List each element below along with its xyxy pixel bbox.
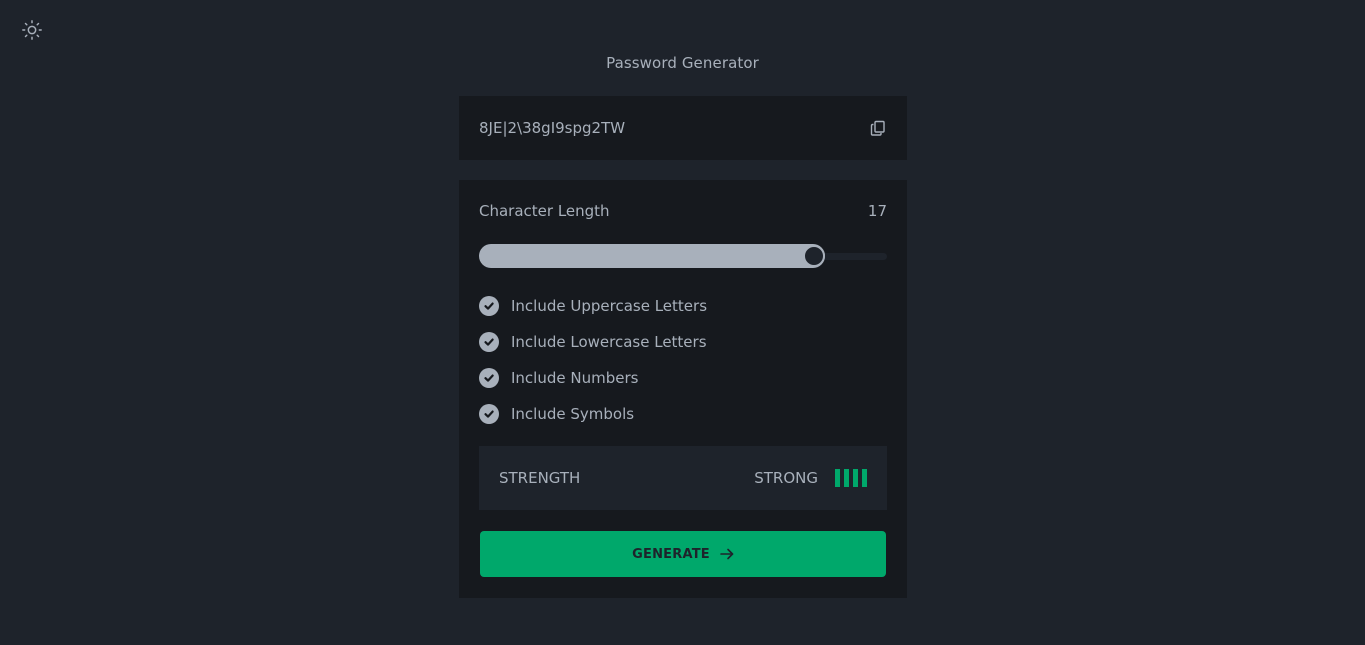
strength-meter: STRENGTH STRONG [479,446,887,510]
page-title: Password Generator [606,54,759,72]
strength-bar [844,469,849,487]
checkbox[interactable] [479,368,499,388]
option-lowercase[interactable]: Include Lowercase Letters [479,330,707,354]
option-label: Include Symbols [511,405,635,423]
strength-bar [862,469,867,487]
length-label: Character Length [479,202,610,220]
password-text: 8JE|2\38gI9spg2TW [479,119,626,137]
option-symbols[interactable]: Include Symbols [479,402,707,426]
slider-fill [479,244,825,268]
checkbox[interactable] [479,332,499,352]
option-label: Include Lowercase Letters [511,333,707,351]
strength-indicator: STRONG [754,469,867,487]
check-icon [484,374,494,382]
option-label: Include Numbers [511,369,639,387]
strength-bars [831,469,867,487]
option-numbers[interactable]: Include Numbers [479,366,707,390]
length-slider[interactable] [479,244,887,268]
strength-bar [835,469,840,487]
strength-label: STRENGTH [499,469,581,487]
option-uppercase[interactable]: Include Uppercase Letters [479,294,707,318]
checkbox[interactable] [479,404,499,424]
options-list: Include Uppercase Letters Include Lowerc… [479,294,707,438]
password-output: 8JE|2\38gI9spg2TW [459,96,907,160]
generate-label: GENERATE [632,546,710,562]
copy-icon [870,120,885,136]
check-icon [484,302,494,310]
length-value: 17 [867,202,887,220]
generate-button[interactable]: GENERATE [480,531,886,577]
strength-level: STRONG [754,469,818,487]
copy-button[interactable] [869,119,887,137]
slider-thumb[interactable] [803,245,825,267]
arrow-right-icon [720,548,734,560]
checkbox[interactable] [479,296,499,316]
length-row: Character Length 17 [479,202,887,220]
option-label: Include Uppercase Letters [511,297,708,315]
strength-bar [853,469,858,487]
check-icon [484,338,494,346]
sun-icon [22,20,42,40]
theme-toggle-button[interactable] [20,18,44,42]
check-icon [484,410,494,418]
settings-panel: Character Length 17 Include Uppercase Le… [459,180,907,598]
